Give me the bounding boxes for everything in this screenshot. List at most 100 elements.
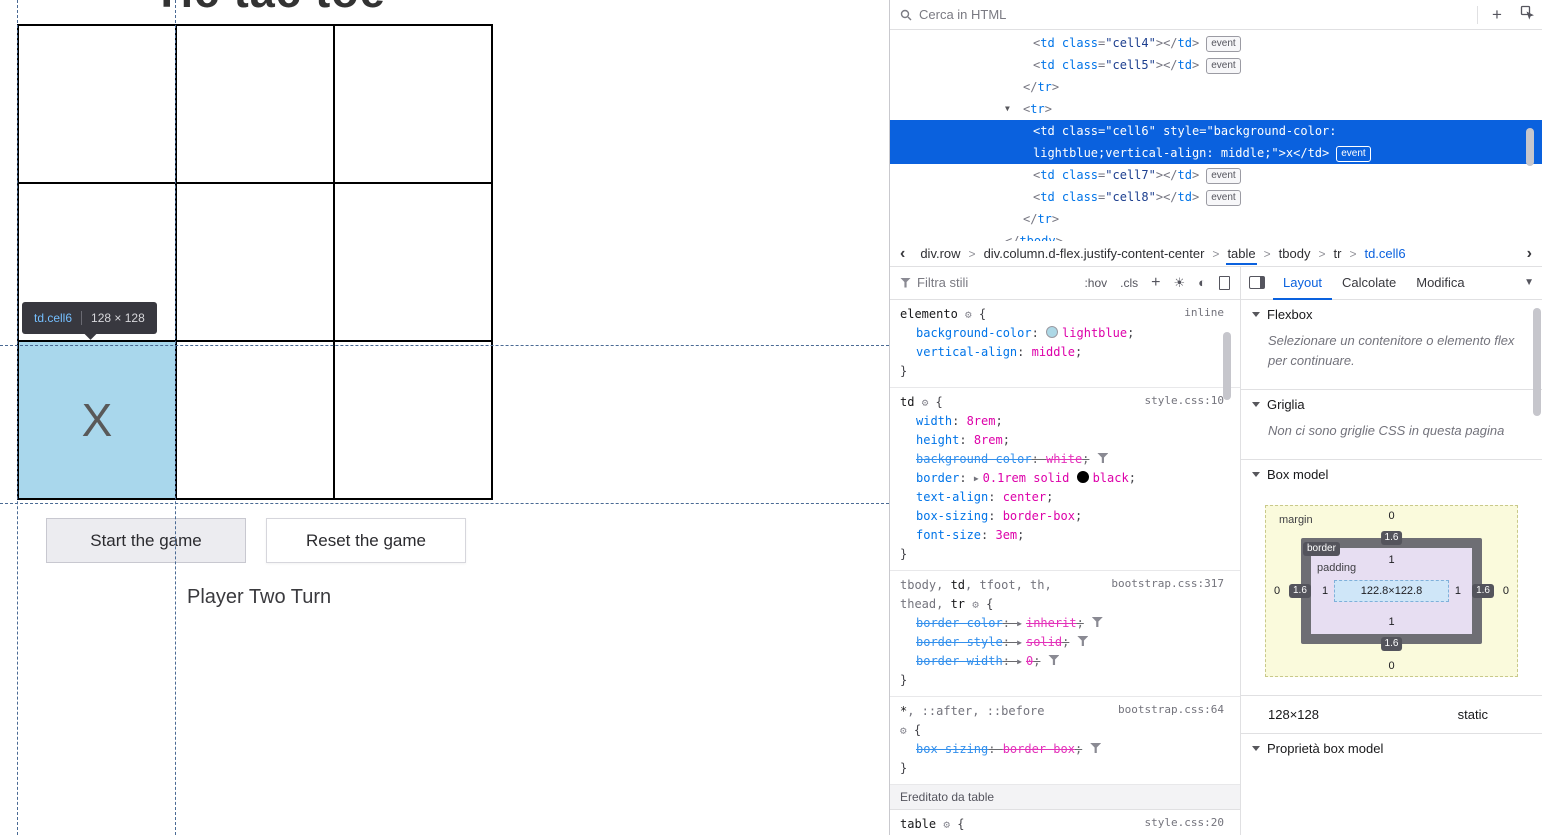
markup-line[interactable]: <td class="cell4"></td>event bbox=[890, 32, 1542, 54]
breadcrumb-back-icon[interactable]: ‹ bbox=[890, 245, 915, 263]
stylesheet-link[interactable]: style.css:20 bbox=[1145, 816, 1224, 829]
breadcrumb-item[interactable]: tr bbox=[1330, 241, 1344, 266]
box-model-section-header[interactable]: Box model bbox=[1241, 460, 1542, 489]
pick-element-button[interactable] bbox=[1512, 1, 1542, 29]
rules-scrollbar[interactable] bbox=[1223, 332, 1231, 400]
board-cell[interactable] bbox=[334, 183, 492, 341]
breadcrumb-item[interactable]: div.row bbox=[917, 241, 963, 266]
markup-line[interactable]: <td class="cell7"></td>event bbox=[890, 164, 1542, 186]
css-declaration[interactable]: box-sizing: border-box; bbox=[890, 507, 1240, 526]
margin-right-value[interactable]: 0 bbox=[1503, 585, 1509, 597]
expand-arrow-icon[interactable]: ▶ bbox=[974, 474, 979, 483]
css-declaration[interactable]: background-color: lightblue; bbox=[890, 324, 1240, 343]
css-declaration[interactable]: border-color: ▶inherit; bbox=[890, 614, 1240, 633]
css-declaration[interactable]: border: ▶0.1rem solid black; bbox=[890, 469, 1240, 488]
selector-highlighter-icon[interactable]: ⚙ bbox=[900, 724, 907, 737]
stylesheet-link[interactable]: bootstrap.css:317 bbox=[1111, 577, 1224, 590]
event-badge[interactable]: event bbox=[1336, 146, 1370, 162]
margin-left-value[interactable]: 0 bbox=[1274, 585, 1280, 597]
sidebar-scrollbar[interactable] bbox=[1533, 308, 1541, 416]
board-cell[interactable] bbox=[334, 341, 492, 499]
expand-arrow-icon[interactable]: ▶ bbox=[1017, 619, 1022, 628]
css-declaration[interactable]: width: 8rem; bbox=[890, 412, 1240, 431]
box-model-content-area[interactable]: 122.8×122.8 bbox=[1334, 580, 1449, 602]
board-cell[interactable] bbox=[176, 25, 334, 183]
markup-line[interactable]: </tr> bbox=[890, 76, 1542, 98]
css-declaration[interactable]: background-color: white; bbox=[890, 450, 1240, 469]
markup-line[interactable]: </tbody> bbox=[890, 230, 1542, 241]
selector-highlighter-icon[interactable]: ⚙ bbox=[965, 308, 972, 321]
css-declaration[interactable]: border-width: ▶0; bbox=[890, 652, 1240, 671]
css-declaration[interactable]: text-align: center; bbox=[890, 488, 1240, 507]
overridden-filter-icon[interactable] bbox=[1092, 617, 1103, 627]
event-badge[interactable]: event bbox=[1206, 190, 1240, 206]
event-badge[interactable]: event bbox=[1206, 168, 1240, 184]
tab-computed[interactable]: Calcolate bbox=[1332, 266, 1406, 300]
breadcrumb-forward-icon[interactable]: › bbox=[1517, 245, 1542, 263]
expand-arrow-icon[interactable]: ▶ bbox=[1017, 638, 1022, 647]
markup-search-input[interactable]: Cerca in HTML bbox=[890, 7, 1473, 22]
dark-scheme-simulation-icon[interactable]: ◐ bbox=[1198, 276, 1206, 289]
markup-line[interactable]: <td class="cell8"></td>event bbox=[890, 186, 1542, 208]
breadcrumb-item[interactable]: div.column.d-flex.justify-content-center bbox=[981, 241, 1208, 266]
flexbox-section-header[interactable]: Flexbox bbox=[1241, 300, 1542, 329]
toggle-classes-button[interactable]: .cls bbox=[1120, 276, 1138, 290]
padding-left-value[interactable]: 1 bbox=[1322, 585, 1328, 597]
breadcrumb-item[interactable]: tbody bbox=[1276, 241, 1314, 266]
overridden-filter-icon[interactable] bbox=[1097, 453, 1108, 463]
filter-styles-input[interactable]: Filtra stili bbox=[900, 275, 1071, 290]
markup-line[interactable]: <td class="cell6" style="background-colo… bbox=[890, 120, 1542, 142]
tab-changes[interactable]: Modifica bbox=[1406, 266, 1474, 300]
markup-line[interactable]: <td class="cell5"></td>event bbox=[890, 54, 1542, 76]
css-declaration[interactable]: vertical-align: middle; bbox=[890, 343, 1240, 362]
stylesheet-link[interactable]: bootstrap.css:64 bbox=[1118, 703, 1224, 716]
css-declaration[interactable]: height: 8rem; bbox=[890, 431, 1240, 450]
expand-arrow-icon[interactable]: ▶ bbox=[1017, 657, 1022, 666]
toggle-pseudo-classes-button[interactable]: :hov bbox=[1084, 276, 1107, 290]
color-swatch[interactable] bbox=[1046, 326, 1058, 338]
color-swatch[interactable] bbox=[1077, 471, 1089, 483]
board-cell-selected[interactable]: X bbox=[18, 341, 176, 499]
toggle-split-console-icon[interactable] bbox=[1249, 276, 1265, 289]
board-cell[interactable] bbox=[334, 25, 492, 183]
reset-game-button[interactable]: Reset the game bbox=[266, 518, 466, 563]
padding-bottom-value[interactable]: 1 bbox=[1265, 616, 1518, 628]
border-left-value[interactable]: 1.6 bbox=[1289, 584, 1311, 598]
margin-top-value[interactable]: 0 bbox=[1265, 510, 1518, 522]
markup-scrollbar[interactable] bbox=[1526, 128, 1534, 166]
css-declaration[interactable]: border-style: ▶solid; bbox=[890, 633, 1240, 652]
markup-line[interactable]: </tr> bbox=[890, 208, 1542, 230]
board-cell[interactable] bbox=[176, 341, 334, 499]
overridden-filter-icon[interactable] bbox=[1077, 636, 1088, 646]
overridden-filter-icon[interactable] bbox=[1090, 743, 1101, 753]
box-model-properties-header[interactable]: Proprietà box model bbox=[1241, 734, 1542, 763]
border-top-value[interactable]: 1.6 bbox=[1381, 531, 1403, 545]
print-simulation-icon[interactable] bbox=[1219, 276, 1230, 290]
margin-bottom-value[interactable]: 0 bbox=[1265, 660, 1518, 672]
border-bottom-value[interactable]: 1.6 bbox=[1381, 637, 1403, 651]
breadcrumb-item[interactable]: td.cell6 bbox=[1361, 241, 1408, 266]
breadcrumb-item[interactable]: table bbox=[1224, 241, 1258, 266]
markup-line[interactable]: ▼<tr> bbox=[890, 98, 1542, 120]
markup-line[interactable]: lightblue;vertical-align: middle;">x</td… bbox=[890, 142, 1542, 164]
board-cell[interactable] bbox=[18, 25, 176, 183]
add-rule-button[interactable]: + bbox=[1151, 274, 1160, 292]
collapse-arrow-icon[interactable]: ▼ bbox=[1005, 98, 1010, 120]
css-declaration[interactable]: font-size: 3em; bbox=[890, 526, 1240, 545]
start-game-button[interactable]: Start the game bbox=[46, 518, 246, 563]
stylesheet-link[interactable]: style.css:10 bbox=[1145, 394, 1224, 407]
padding-right-value[interactable]: 1 bbox=[1455, 585, 1461, 597]
overridden-filter-icon[interactable] bbox=[1048, 655, 1059, 665]
add-node-button[interactable]: + bbox=[1482, 1, 1512, 29]
stylesheet-link[interactable]: inline bbox=[1184, 306, 1224, 319]
chevron-down-icon[interactable]: ▼ bbox=[1524, 277, 1534, 288]
tab-layout[interactable]: Layout bbox=[1273, 266, 1332, 300]
event-badge[interactable]: event bbox=[1206, 36, 1240, 52]
selector-highlighter-icon[interactable]: ⚙ bbox=[972, 598, 979, 611]
board-cell[interactable] bbox=[176, 183, 334, 341]
grid-section-header[interactable]: Griglia bbox=[1241, 390, 1542, 419]
padding-top-value[interactable]: 1 bbox=[1265, 554, 1518, 566]
selector-highlighter-icon[interactable]: ⚙ bbox=[943, 818, 950, 831]
light-scheme-simulation-icon[interactable]: ☀ bbox=[1173, 276, 1185, 289]
event-badge[interactable]: event bbox=[1206, 58, 1240, 74]
